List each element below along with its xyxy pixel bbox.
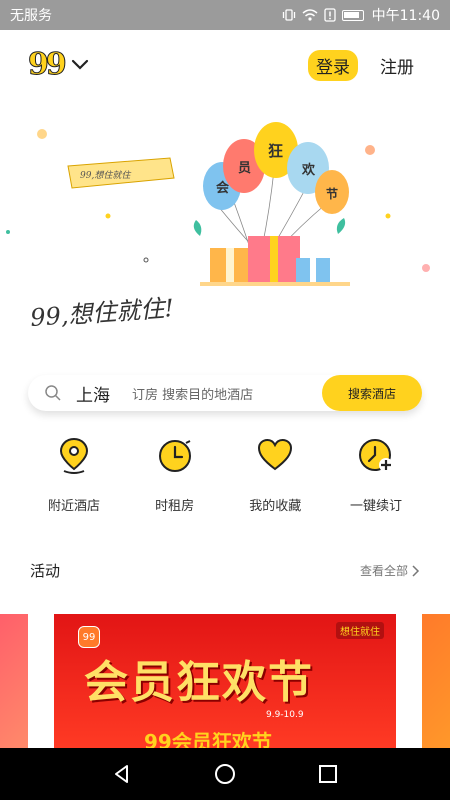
quick-action-label: 一键续订 <box>349 499 402 514</box>
top-bar: 99 登录 注册 <box>28 48 414 82</box>
banner-title: 会员狂欢节 <box>84 657 314 708</box>
clock-plus-icon <box>358 439 393 472</box>
balloon-char-5: 节 <box>326 186 338 201</box>
quick-action-hourly[interactable]: 时租房 <box>129 435 221 514</box>
carrier-text: 无服务 <box>10 8 52 24</box>
view-all-link[interactable]: 查看全部 <box>360 562 420 579</box>
status-icons <box>282 8 364 22</box>
search-hotel-button[interactable]: 搜索酒店 <box>322 375 422 411</box>
recents-icon[interactable] <box>316 762 340 786</box>
search-icon <box>45 385 61 401</box>
quick-action-favorites[interactable]: 我的收藏 <box>229 435 321 514</box>
ribbon-text: 99,想住就住 <box>80 170 131 181</box>
status-bar: 无服务 中午11:40 <box>0 0 450 30</box>
banner-brand-logo: 99 <box>78 626 100 648</box>
quick-action-nearby[interactable]: 附近酒店 <box>28 435 120 514</box>
auth-actions: 登录 注册 <box>308 49 414 81</box>
city-selector[interactable]: 上海 <box>76 381 110 406</box>
register-button[interactable]: 注册 <box>380 53 414 78</box>
activity-carousel[interactable]: 99 想住就住 会员狂欢节 9.9-10.9 99会员狂欢节 <box>0 614 450 748</box>
brand-switcher[interactable]: 99 <box>28 47 90 82</box>
login-button[interactable]: 登录 <box>308 49 358 81</box>
banner-date: 9.9-10.9 <box>266 710 304 720</box>
alert-icon <box>323 8 336 22</box>
balloon-char-1: 会 <box>216 180 230 196</box>
clock-icon <box>158 440 191 472</box>
wifi-icon <box>302 9 318 21</box>
back-icon[interactable] <box>110 762 134 786</box>
banner-subtitle: 99会员狂欢节 <box>144 730 272 748</box>
view-all-label: 查看全部 <box>359 564 408 578</box>
hero-illustration: 99,想住就住 会 员 狂 欢 节 99,想住就住! <box>0 98 450 368</box>
activity-title: 活动 <box>30 562 61 580</box>
search-bar[interactable]: 上海 订房 搜索目的地酒店 搜索酒店 <box>28 375 422 411</box>
balloons-gift-illustration: 99,想住就住 会 员 狂 欢 节 <box>6 122 430 286</box>
activity-card-main[interactable]: 99 想住就住 会员狂欢节 9.9-10.9 99会员狂欢节 <box>54 614 396 748</box>
app-screen: 99 登录 注册 99,想住就住 会 员 狂 欢 节 99,想住就住! 上海 订… <box>0 30 450 748</box>
quick-actions: 附近酒店 时租房 我的收藏 一键续订 <box>28 435 422 514</box>
system-nav-bar <box>0 748 450 800</box>
status-right: 中午11:40 <box>282 5 440 25</box>
activity-header: 活动 查看全部 <box>30 560 420 581</box>
quick-action-label: 时租房 <box>155 499 195 514</box>
clock-text: 中午11:40 <box>371 8 440 24</box>
quick-action-renew[interactable]: 一键续订 <box>330 435 422 514</box>
banner-tag: 想住就住 <box>336 622 384 639</box>
search-input[interactable]: 订房 搜索目的地酒店 <box>132 384 322 403</box>
activity-card-prev[interactable] <box>0 614 28 748</box>
location-pin-icon <box>59 437 89 474</box>
chevron-down-icon[interactable] <box>70 55 90 75</box>
balloon-char-2: 员 <box>238 161 251 176</box>
quick-action-label: 附近酒店 <box>47 499 100 514</box>
quick-action-label: 我的收藏 <box>249 499 302 514</box>
heart-icon <box>258 438 293 471</box>
home-icon[interactable] <box>213 762 237 786</box>
activity-card-next[interactable] <box>422 614 450 748</box>
balloon-char-3: 狂 <box>268 142 283 160</box>
balloon-char-4: 欢 <box>301 162 316 178</box>
vibrate-icon <box>282 9 295 21</box>
chevron-right-icon <box>412 564 420 577</box>
brand-logo: 99 <box>28 47 68 82</box>
battery-icon <box>341 9 364 21</box>
